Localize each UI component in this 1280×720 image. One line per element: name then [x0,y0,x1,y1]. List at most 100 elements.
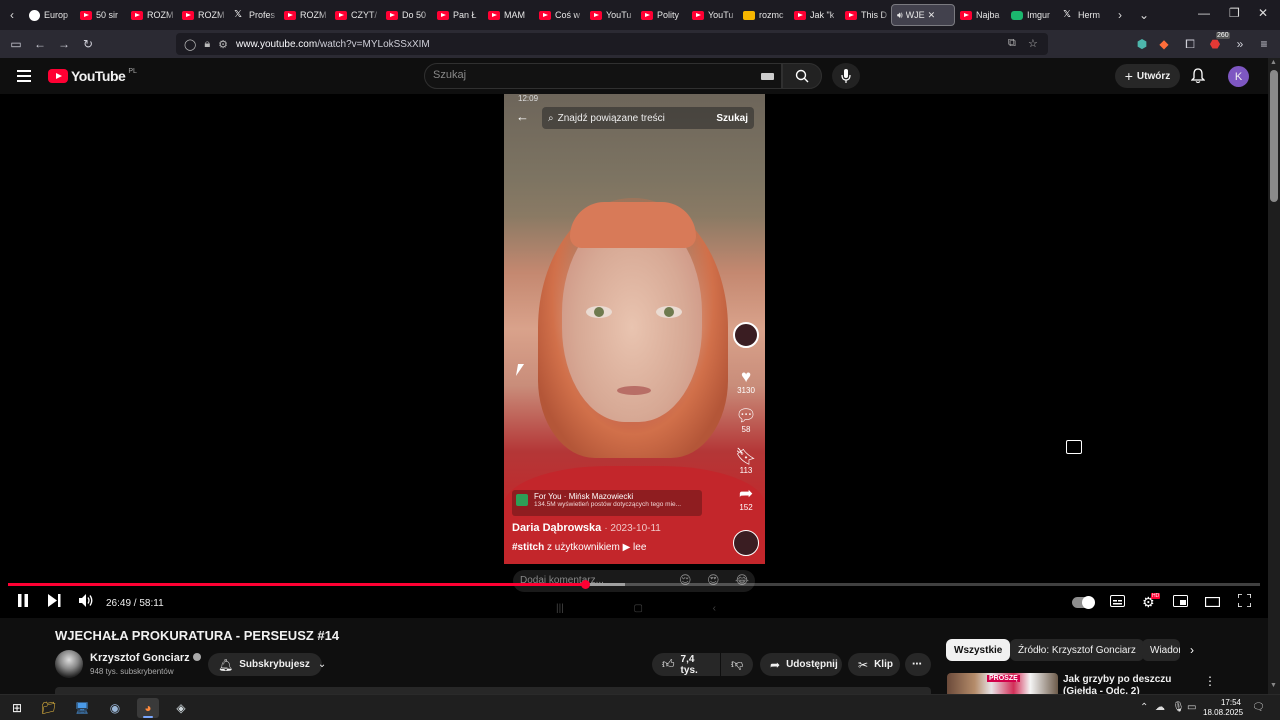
browser-tab[interactable]: YouTu [687,4,738,26]
pause-button[interactable] [17,594,29,610]
channel-avatar[interactable] [55,650,83,678]
next-button[interactable] [48,594,61,610]
steam-icon[interactable]: ◉ [104,698,126,718]
overflow-chevron-icon[interactable]: » [1228,37,1252,51]
windows-start-icon[interactable]: ⊞ [6,698,28,718]
mute-button[interactable] [79,594,94,610]
extension-fox-icon[interactable]: ◆ [1152,37,1176,51]
browser-tab[interactable]: This D [840,4,891,26]
miniplayer-button[interactable] [1173,594,1188,610]
account-avatar[interactable]: K [1228,66,1249,87]
clip-button[interactable]: ✂ Klip [848,653,900,676]
channel-name[interactable]: Krzysztof Gonciarz [90,652,201,664]
search-button[interactable] [782,63,822,89]
browser-tab[interactable]: Pan Ł [432,4,483,26]
tab-scroll-left-icon[interactable]: ‹ [0,8,24,22]
search-input[interactable] [433,69,733,81]
settings-button[interactable]: ⚙ HD [1142,593,1161,611]
browser-tab[interactable]: Jak "k [789,4,840,26]
chip-news[interactable]: Wiadomości [1142,639,1180,661]
chip-all[interactable]: Wszystkie [946,639,1011,661]
notification-center-icon[interactable]: 🗨︎ [1252,702,1265,713]
tab-scroll-right-icon[interactable]: › [1108,8,1132,22]
restore-icon[interactable]: ❐ [1229,6,1240,20]
shield-icon[interactable]: ◯ [184,38,196,51]
clock-date[interactable]: 18.08.2025 [1203,708,1243,717]
scroll-thumb[interactable] [1270,70,1278,202]
back-icon[interactable]: ← [28,37,52,51]
tray-chevron-up-icon[interactable]: ⌃ [1140,702,1148,713]
network-icon[interactable]: ▭ [1187,702,1196,713]
recommended-video-thumbnail[interactable]: PROSZĘ [947,673,1058,694]
progress-scrubber[interactable] [580,580,590,589]
share-button[interactable]: ➦ Udostępnij [760,653,842,676]
page-scrollbar[interactable]: ▲ ▼ [1268,58,1280,694]
guide-menu-icon[interactable] [17,70,31,85]
chip-scroll-right-icon[interactable]: › [1190,643,1194,657]
browser-tab[interactable]: Herm [1057,4,1108,26]
browser-tab[interactable]: Coś w [534,4,585,26]
subtitles-button[interactable] [1110,594,1125,610]
subscribe-button[interactable]: 🔔︎ Subskrybujesz ⌄ [208,653,326,676]
browser-tab[interactable]: Polity [636,4,687,26]
browser-tab[interactable]: Imgur [1006,4,1057,26]
youtube-logo[interactable]: YouTube PL [48,68,137,84]
browser-tab[interactable]: Do 50 [381,4,432,26]
extensions-puzzle-icon[interactable]: ⧠ [1178,37,1202,52]
browser-tab[interactable]: rozmc [738,4,789,26]
browser-tab[interactable]: Najba [955,4,1006,26]
scroll-up-icon[interactable]: ▲ [1270,59,1277,66]
video-player[interactable]: 12:09 ← ⌕ Znajdź powiązane treści Szukaj… [0,94,1268,618]
file-explorer-icon[interactable]: 📁︎ [38,698,60,718]
minimize-icon[interactable]: — [1198,6,1210,20]
tab-close-icon[interactable]: ✕ [928,10,936,21]
browser-tab[interactable]: Profes [228,4,279,26]
browser-tab[interactable]: 50 sir [75,4,126,26]
scroll-down-icon[interactable]: ▼ [1270,682,1277,689]
more-actions-button[interactable]: ⋯ [905,653,931,676]
browser-tab[interactable]: MAM [483,4,534,26]
description-box[interactable] [55,687,931,694]
reload-icon[interactable]: ↻ [76,37,100,51]
browser-tab[interactable]: ROZM [279,4,330,26]
extension-shield-icon[interactable]: ⬢ [1130,37,1154,51]
theater-mode-button[interactable] [1204,594,1221,610]
browser-tab[interactable]: ROZM [177,4,228,26]
recommended-video-title[interactable]: Jak grzyby po deszczu (Giełda - Odc. 2) [1063,674,1199,694]
browser-tab[interactable]: CZYT/ [330,4,381,26]
app-icon[interactable]: ◈ [170,698,192,718]
notifications-button[interactable] [1190,68,1206,89]
onedrive-cloud-icon[interactable]: ☁ [1155,702,1165,713]
extension-ublock-icon[interactable]: ⬣ 260 [1203,32,1230,51]
address-bar[interactable]: ◯ 🔒︎ ⚙︎ www.youtube.com/watch?v=MYLokSSx… [176,33,1048,55]
more-vertical-icon[interactable]: ⋮ [1204,674,1216,688]
search-box[interactable] [424,63,782,89]
tab-list-menu-icon[interactable]: ⌄ [1132,8,1156,22]
dislike-button[interactable]: 👎︎ [721,653,753,676]
sidebar-toggle-icon[interactable]: ▭ [4,37,28,51]
fullscreen-button[interactable] [1237,593,1252,610]
browser-tab[interactable]: YouTu [585,4,636,26]
like-button[interactable]: 👍︎ 7,4 tys. [652,653,720,676]
forward-icon[interactable]: → [52,37,76,51]
permissions-icon[interactable]: ⚙︎ [218,38,228,51]
url-text[interactable]: www.youtube.com/watch?v=MYLokSSxXIM [236,39,430,50]
keyboard-icon[interactable] [761,73,774,80]
clock-time[interactable]: 17:54 [1213,698,1241,707]
miniplayer-icon[interactable] [1066,440,1082,454]
app-menu-icon[interactable]: ≡ [1252,37,1276,51]
lock-icon[interactable]: 🔒︎ [204,38,210,51]
chip-source-channel[interactable]: Źródło: Krzysztof Gonciarz [1010,639,1144,661]
browser-tab[interactable]: Europ [24,4,75,26]
progress-bar[interactable] [8,580,1260,589]
monitor-app-icon[interactable]: 🖥︎ [71,698,93,718]
autoplay-toggle[interactable] [1072,596,1095,609]
picture-in-picture-icon[interactable]: ⧉ [1008,37,1016,50]
browser-tab[interactable]: ROZM [126,4,177,26]
create-button[interactable]: + Utwórz [1115,64,1180,88]
voice-search-button[interactable] [832,63,860,89]
close-window-icon[interactable]: ✕ [1258,6,1268,20]
bookmark-star-icon[interactable]: ☆ [1028,37,1038,50]
firefox-icon[interactable]: ◕ [137,698,159,718]
browser-tab[interactable]: 🔊︎ WJE ✕ [891,4,955,26]
